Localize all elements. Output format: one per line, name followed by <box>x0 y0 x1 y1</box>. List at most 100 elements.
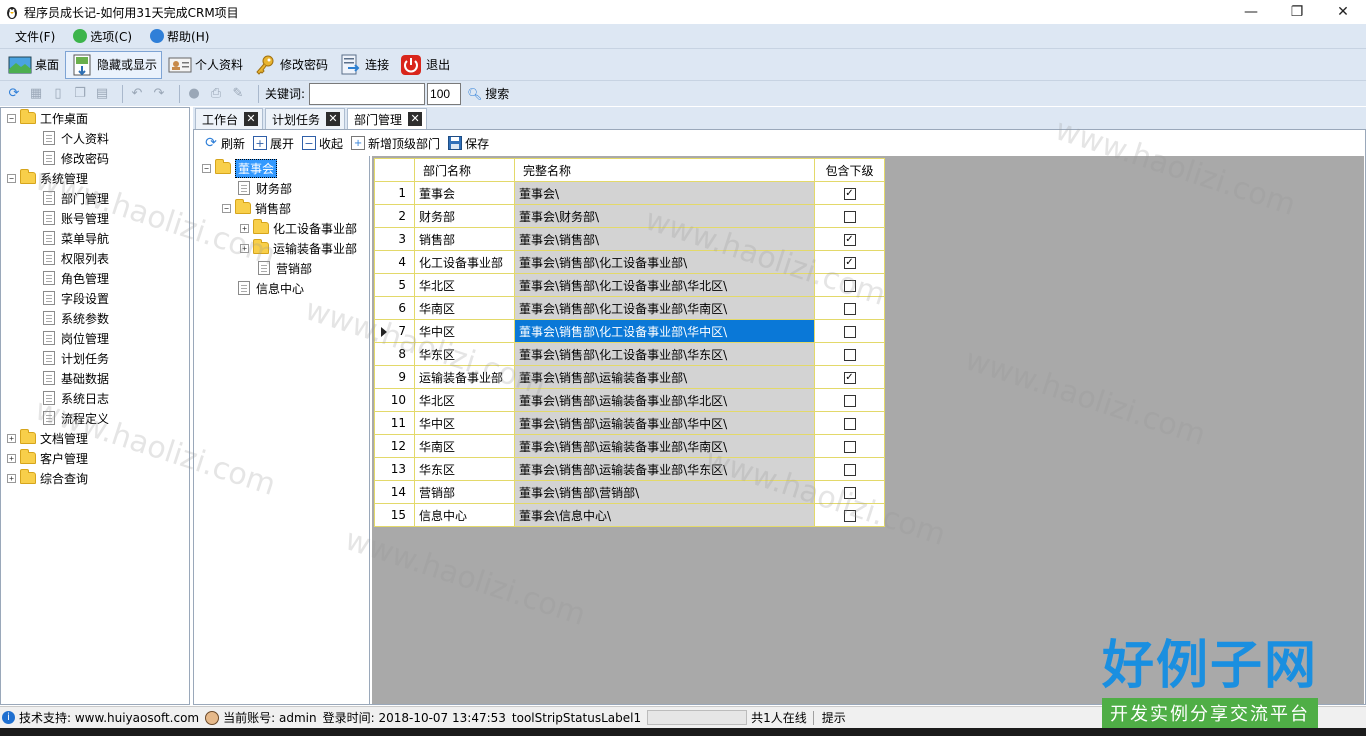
save-button[interactable]: 保存 <box>448 135 489 152</box>
include-children-checkbox[interactable] <box>843 325 856 338</box>
grid-corner-header[interactable] <box>374 158 415 182</box>
nav-item-params[interactable]: 系统参数 <box>43 308 109 328</box>
cell-full-name[interactable]: 董事会\销售部\营销部\ <box>514 480 815 504</box>
cell-department-name[interactable]: 财务部 <box>414 204 515 228</box>
cell-department-name[interactable]: 华东区 <box>414 342 515 366</box>
table-row[interactable]: 3 销售部 董事会\销售部\ ✓ <box>374 227 885 251</box>
nav-item-roles[interactable]: 角色管理 <box>43 268 109 288</box>
nav-group-query[interactable]: + 综合查询 <box>7 468 88 488</box>
cell-full-name[interactable]: 董事会\销售部\运输装备事业部\ <box>514 365 815 389</box>
table-row[interactable]: 6 华南区 董事会\销售部\化工设备事业部\华南区\ <box>374 296 885 320</box>
column-header-full-name[interactable]: 完整名称 <box>514 158 815 182</box>
row-header[interactable]: 13 <box>374 457 415 481</box>
dept-node-info[interactable]: 信息中心 <box>238 278 304 298</box>
grid-icon[interactable]: ▦ <box>28 86 44 102</box>
cell-department-name[interactable]: 化工设备事业部 <box>414 250 515 274</box>
change-password-button[interactable]: 修改密码 <box>249 51 332 79</box>
nav-item-permissions[interactable]: 权限列表 <box>43 248 109 268</box>
maximize-button[interactable]: ❐ <box>1274 0 1320 24</box>
cell-full-name[interactable]: 董事会\销售部\化工设备事业部\ <box>514 250 815 274</box>
include-children-checkbox[interactable] <box>843 440 856 453</box>
nav-item-syslog[interactable]: 系统日志 <box>43 388 109 408</box>
column-header-include-children[interactable]: 包含下级 <box>814 158 885 182</box>
collapse-icon[interactable]: − <box>222 203 231 213</box>
cell-full-name[interactable]: 董事会\销售部\ <box>514 227 815 251</box>
record-icon[interactable]: ● <box>186 86 202 102</box>
nav-item-account[interactable]: 账号管理 <box>43 208 109 228</box>
close-icon[interactable]: ✕ <box>408 112 423 126</box>
cell-full-name[interactable]: 董事会\销售部\化工设备事业部\华东区\ <box>514 342 815 366</box>
cell-department-name[interactable]: 华北区 <box>414 388 515 412</box>
cell-department-name[interactable]: 销售部 <box>414 227 515 251</box>
redo-icon[interactable]: ↷ <box>151 86 167 102</box>
search-button[interactable]: 🔍︎ 搜索 <box>467 85 509 102</box>
expand-icon[interactable]: + <box>240 243 249 253</box>
row-header[interactable]: 7 <box>374 319 415 343</box>
expand-button[interactable]: + 展开 <box>253 135 294 152</box>
include-children-checkbox[interactable]: ✓ <box>843 233 856 246</box>
limit-input[interactable] <box>427 82 462 105</box>
cell-department-name[interactable]: 华北区 <box>414 273 515 297</box>
keyword-input[interactable] <box>309 82 426 105</box>
cell-full-name[interactable]: 董事会\销售部\化工设备事业部\华北区\ <box>514 273 815 297</box>
row-header[interactable]: 11 <box>374 411 415 435</box>
cell-department-name[interactable]: 信息中心 <box>414 503 515 527</box>
row-header[interactable]: 3 <box>374 227 415 251</box>
tab-plan-tasks[interactable]: 计划任务 ✕ <box>265 108 346 129</box>
nav-item-basedata[interactable]: 基础数据 <box>43 368 109 388</box>
nav-group-documents[interactable]: + 文档管理 <box>7 428 88 448</box>
include-children-checkbox[interactable]: ✓ <box>843 371 856 384</box>
dept-node-marketing[interactable]: 营销部 <box>258 258 312 278</box>
collapse-button[interactable]: − 收起 <box>302 135 343 152</box>
export-icon[interactable]: ▤ <box>94 86 110 102</box>
table-row[interactable]: 14 营销部 董事会\销售部\营销部\ <box>374 480 885 504</box>
table-row[interactable]: 2 财务部 董事会\财务部\ <box>374 204 885 228</box>
expand-icon[interactable]: + <box>7 453 16 463</box>
collapse-icon[interactable]: − <box>202 163 211 173</box>
dept-node-finance[interactable]: 财务部 <box>238 178 292 198</box>
cell-department-name[interactable]: 董事会 <box>414 181 515 205</box>
nav-item-change-password[interactable]: 修改密码 <box>43 148 109 168</box>
cell-department-name[interactable]: 营销部 <box>414 480 515 504</box>
cell-full-name[interactable]: 董事会\销售部\运输装备事业部\华北区\ <box>514 388 815 412</box>
collapse-icon[interactable]: − <box>7 113 16 123</box>
row-header[interactable]: 10 <box>374 388 415 412</box>
cell-full-name[interactable]: 董事会\财务部\ <box>514 204 815 228</box>
include-children-checkbox[interactable]: ✓ <box>843 256 856 269</box>
column-header-name[interactable]: 部门名称 <box>414 158 515 182</box>
row-header[interactable]: 4 <box>374 250 415 274</box>
cell-full-name[interactable]: 董事会\销售部\运输装备事业部\华南区\ <box>514 434 815 458</box>
row-header[interactable]: 1 <box>374 181 415 205</box>
table-row[interactable]: 4 化工设备事业部 董事会\销售部\化工设备事业部\ ✓ <box>374 250 885 274</box>
dept-node-chem[interactable]: + 化工设备事业部 <box>240 218 357 238</box>
nav-group-customers[interactable]: + 客户管理 <box>7 448 88 468</box>
new-doc-icon[interactable]: ▯ <box>50 86 66 102</box>
dept-node-transport[interactable]: + 运输装备事业部 <box>240 238 357 258</box>
cell-department-name[interactable]: 华南区 <box>414 434 515 458</box>
cell-full-name[interactable]: 董事会\销售部\运输装备事业部\华东区\ <box>514 457 815 481</box>
table-row[interactable]: 12 华南区 董事会\销售部\运输装备事业部\华南区\ <box>374 434 885 458</box>
cell-full-name[interactable]: 董事会\信息中心\ <box>514 503 815 527</box>
nav-item-department[interactable]: 部门管理 <box>43 188 109 208</box>
table-row[interactable]: 5 华北区 董事会\销售部\化工设备事业部\华北区\ <box>374 273 885 297</box>
desktop-button[interactable]: 桌面 <box>4 51 63 79</box>
table-row[interactable]: 9 运输装备事业部 董事会\销售部\运输装备事业部\ ✓ <box>374 365 885 389</box>
tab-department[interactable]: 部门管理 ✕ <box>347 108 428 129</box>
nav-item-workflow[interactable]: 流程定义 <box>43 408 109 428</box>
row-header[interactable]: 5 <box>374 273 415 297</box>
close-icon[interactable]: ✕ <box>244 112 259 126</box>
menu-file[interactable]: 文件(F) <box>6 25 64 47</box>
row-header[interactable]: 9 <box>374 365 415 389</box>
include-children-checkbox[interactable] <box>843 279 856 292</box>
table-row[interactable]: 13 华东区 董事会\销售部\运输装备事业部\华东区\ <box>374 457 885 481</box>
table-row[interactable]: 7 华中区 董事会\销售部\化工设备事业部\华中区\ <box>374 319 885 343</box>
profile-button[interactable]: 个人资料 <box>164 51 247 79</box>
cell-full-name[interactable]: 董事会\ <box>514 181 815 205</box>
row-header[interactable]: 14 <box>374 480 415 504</box>
minimize-button[interactable]: — <box>1228 0 1274 24</box>
dept-node-board[interactable]: − 董事会 <box>202 158 278 178</box>
nav-item-profile[interactable]: 个人资料 <box>43 128 109 148</box>
table-row[interactable]: 11 华中区 董事会\销售部\运输装备事业部\华中区\ <box>374 411 885 435</box>
tab-workbench[interactable]: 工作台 ✕ <box>195 108 264 129</box>
refresh-button[interactable]: ⟳ 刷新 <box>204 135 245 152</box>
